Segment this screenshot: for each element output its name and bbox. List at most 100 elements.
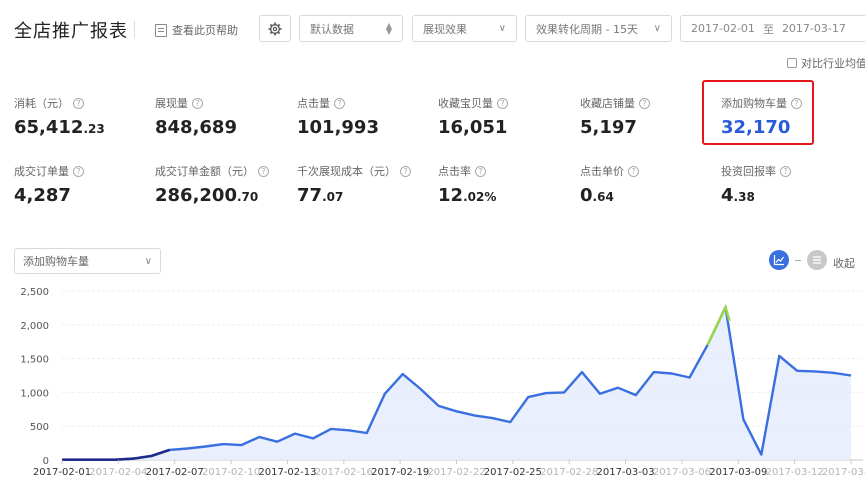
compare-industry-checkbox[interactable]: 对比行业均值 [787,55,865,71]
metric-value-decimal: .70 [236,190,259,204]
x-tick-label: 2017-02-10 [202,467,260,478]
metric-label: 展现量 [155,97,188,110]
question-icon: ? [639,97,650,109]
metric-label: 添加购物车量 [721,97,787,110]
x-tick-label: 2017-02-22 [427,467,485,478]
question-icon: ? [400,165,411,177]
x-tick-label: 2017-02-16 [315,467,373,478]
effect-select[interactable]: 展现效果 ∨ [412,15,517,42]
metric-value: 12 [438,185,464,206]
y-tick-label: 0 [43,456,49,467]
table-view-button[interactable] [807,250,827,270]
metric-cost[interactable]: 消耗（元）? 65,412.23 [14,95,154,138]
chart-metric-select-value: 添加购物车量 [23,255,89,268]
checkbox-icon [787,58,797,68]
x-tick-label: 2017-03-17 [822,467,865,478]
help-doc-icon [155,23,167,37]
metric-ctr[interactable]: 点击率? 12.02% [438,163,578,206]
line-chart-icon [773,255,784,266]
metric-value: 101,993 [297,117,379,138]
y-tick-label: 2,000 [20,321,49,332]
question-icon: ? [258,165,269,177]
x-tick-label: 2017-03-03 [597,467,655,478]
chevron-down-icon: ∨ [498,23,506,34]
x-tick-label: 2017-03-06 [653,467,711,478]
question-icon: ? [73,97,84,109]
y-tick-label: 500 [30,422,49,433]
metric-value: 848,689 [155,117,237,138]
metric-add-to-cart[interactable]: 添加购物车量? 32,170 [721,95,861,138]
metric-item-favorites[interactable]: 收藏宝贝量? 16,051 [438,95,578,138]
metric-impressions[interactable]: 展现量? 848,689 [155,95,295,138]
x-tick-label: 2017-02-07 [146,467,204,478]
metric-cpm[interactable]: 千次展现成本（元）? 77.07 [297,163,437,206]
metric-label: 成交订单金额（元） [155,165,254,178]
y-tick-label: 1,500 [20,355,49,366]
metric-clicks[interactable]: 点击量? 101,993 [297,95,437,138]
metric-value: 77 [297,185,323,206]
metric-value: 5,197 [580,117,637,138]
x-tick-label: 2017-02-01 [33,467,91,478]
metric-label: 收藏店铺量 [580,97,635,110]
metric-order-amount[interactable]: 成交订单金额（元）? 286,200.70 [155,163,295,206]
x-tick-label: 2017-03-09 [709,467,767,478]
metric-shop-favorites[interactable]: 收藏店铺量? 5,197 [580,95,720,138]
date-separator: 至 [762,22,774,36]
series-area [62,307,851,460]
metric-value-decimal: .38 [733,190,755,204]
x-tick-label: 2017-02-25 [484,467,542,478]
settings-button[interactable] [259,15,291,42]
help-link[interactable]: 查看此页帮助 [155,22,238,38]
title-divider [134,21,135,38]
metric-roi[interactable]: 投资回报率? 4.38 [721,163,861,206]
metric-value: 4,287 [14,185,71,206]
x-tick-label: 2017-02-13 [258,467,316,478]
question-icon: ? [497,97,508,109]
question-icon: ? [192,97,203,109]
x-tick-label: 2017-02-19 [371,467,429,478]
question-icon: ? [791,97,802,109]
question-icon: ? [334,97,345,109]
metric-label: 投资回报率 [721,165,776,178]
metric-value: 32,170 [721,117,791,138]
chart-view-toggle [769,250,827,270]
date-range-picker[interactable]: 2017-02-01 至 2017-03-17 [680,15,865,42]
data-select[interactable]: 默认数据 ▲ ▼ [299,15,403,42]
metric-value-decimal: .64 [592,190,614,204]
add-to-cart-chart: 05001,0001,5002,0002,5002017-02-012017-0… [20,287,865,478]
x-tick-label: 2017-02-04 [89,467,147,478]
y-tick-label: 2,500 [20,287,49,298]
chart-metric-select[interactable]: 添加购物车量 ∨ [14,248,161,274]
compare-label: 对比行业均值 [801,57,865,70]
toggle-divider [795,259,801,261]
metric-value: 0 [580,185,593,206]
metric-label: 点击量 [297,97,330,110]
line-chart-view-button[interactable] [769,250,789,270]
chevron-down-icon: ∨ [653,23,661,34]
metric-label: 收藏宝贝量 [438,97,493,110]
metric-value-decimal: .23 [83,122,105,136]
metric-label: 成交订单量 [14,165,69,178]
metric-label: 千次展现成本（元） [297,165,396,178]
collapse-button[interactable]: 收起 [833,255,855,271]
metric-value-decimal: .02% [463,190,497,204]
question-icon: ? [780,165,791,177]
page-title: 全店推广报表 [14,21,128,42]
chevron-down-icon: ∨ [144,255,152,267]
metric-cpc[interactable]: 点击单价? 0.64 [580,163,720,206]
metric-value: 4 [721,185,734,206]
question-icon: ? [475,165,486,177]
x-tick-label: 2017-02-28 [540,467,598,478]
metric-value: 65,412 [14,117,84,138]
stepper-icon: ▲ ▼ [385,20,392,36]
period-select-value: 效果转化周期 - 15天 [536,22,638,36]
top-bar: 全店推广报表 查看此页帮助 默认数据 ▲ ▼ 展现效果 ∨ 效果转化周期 - 15… [0,0,865,70]
metric-orders[interactable]: 成交订单量? 4,287 [14,163,154,206]
bar-list-icon [813,256,821,264]
effect-select-value: 展现效果 [423,22,467,36]
question-icon: ? [628,165,639,177]
data-select-value: 默认数据 [310,22,354,36]
x-tick-label: 2017-03-12 [766,467,824,478]
period-select[interactable]: 效果转化周期 - 15天 ∨ [525,15,672,42]
date-end: 2017-03-17 [781,22,846,35]
